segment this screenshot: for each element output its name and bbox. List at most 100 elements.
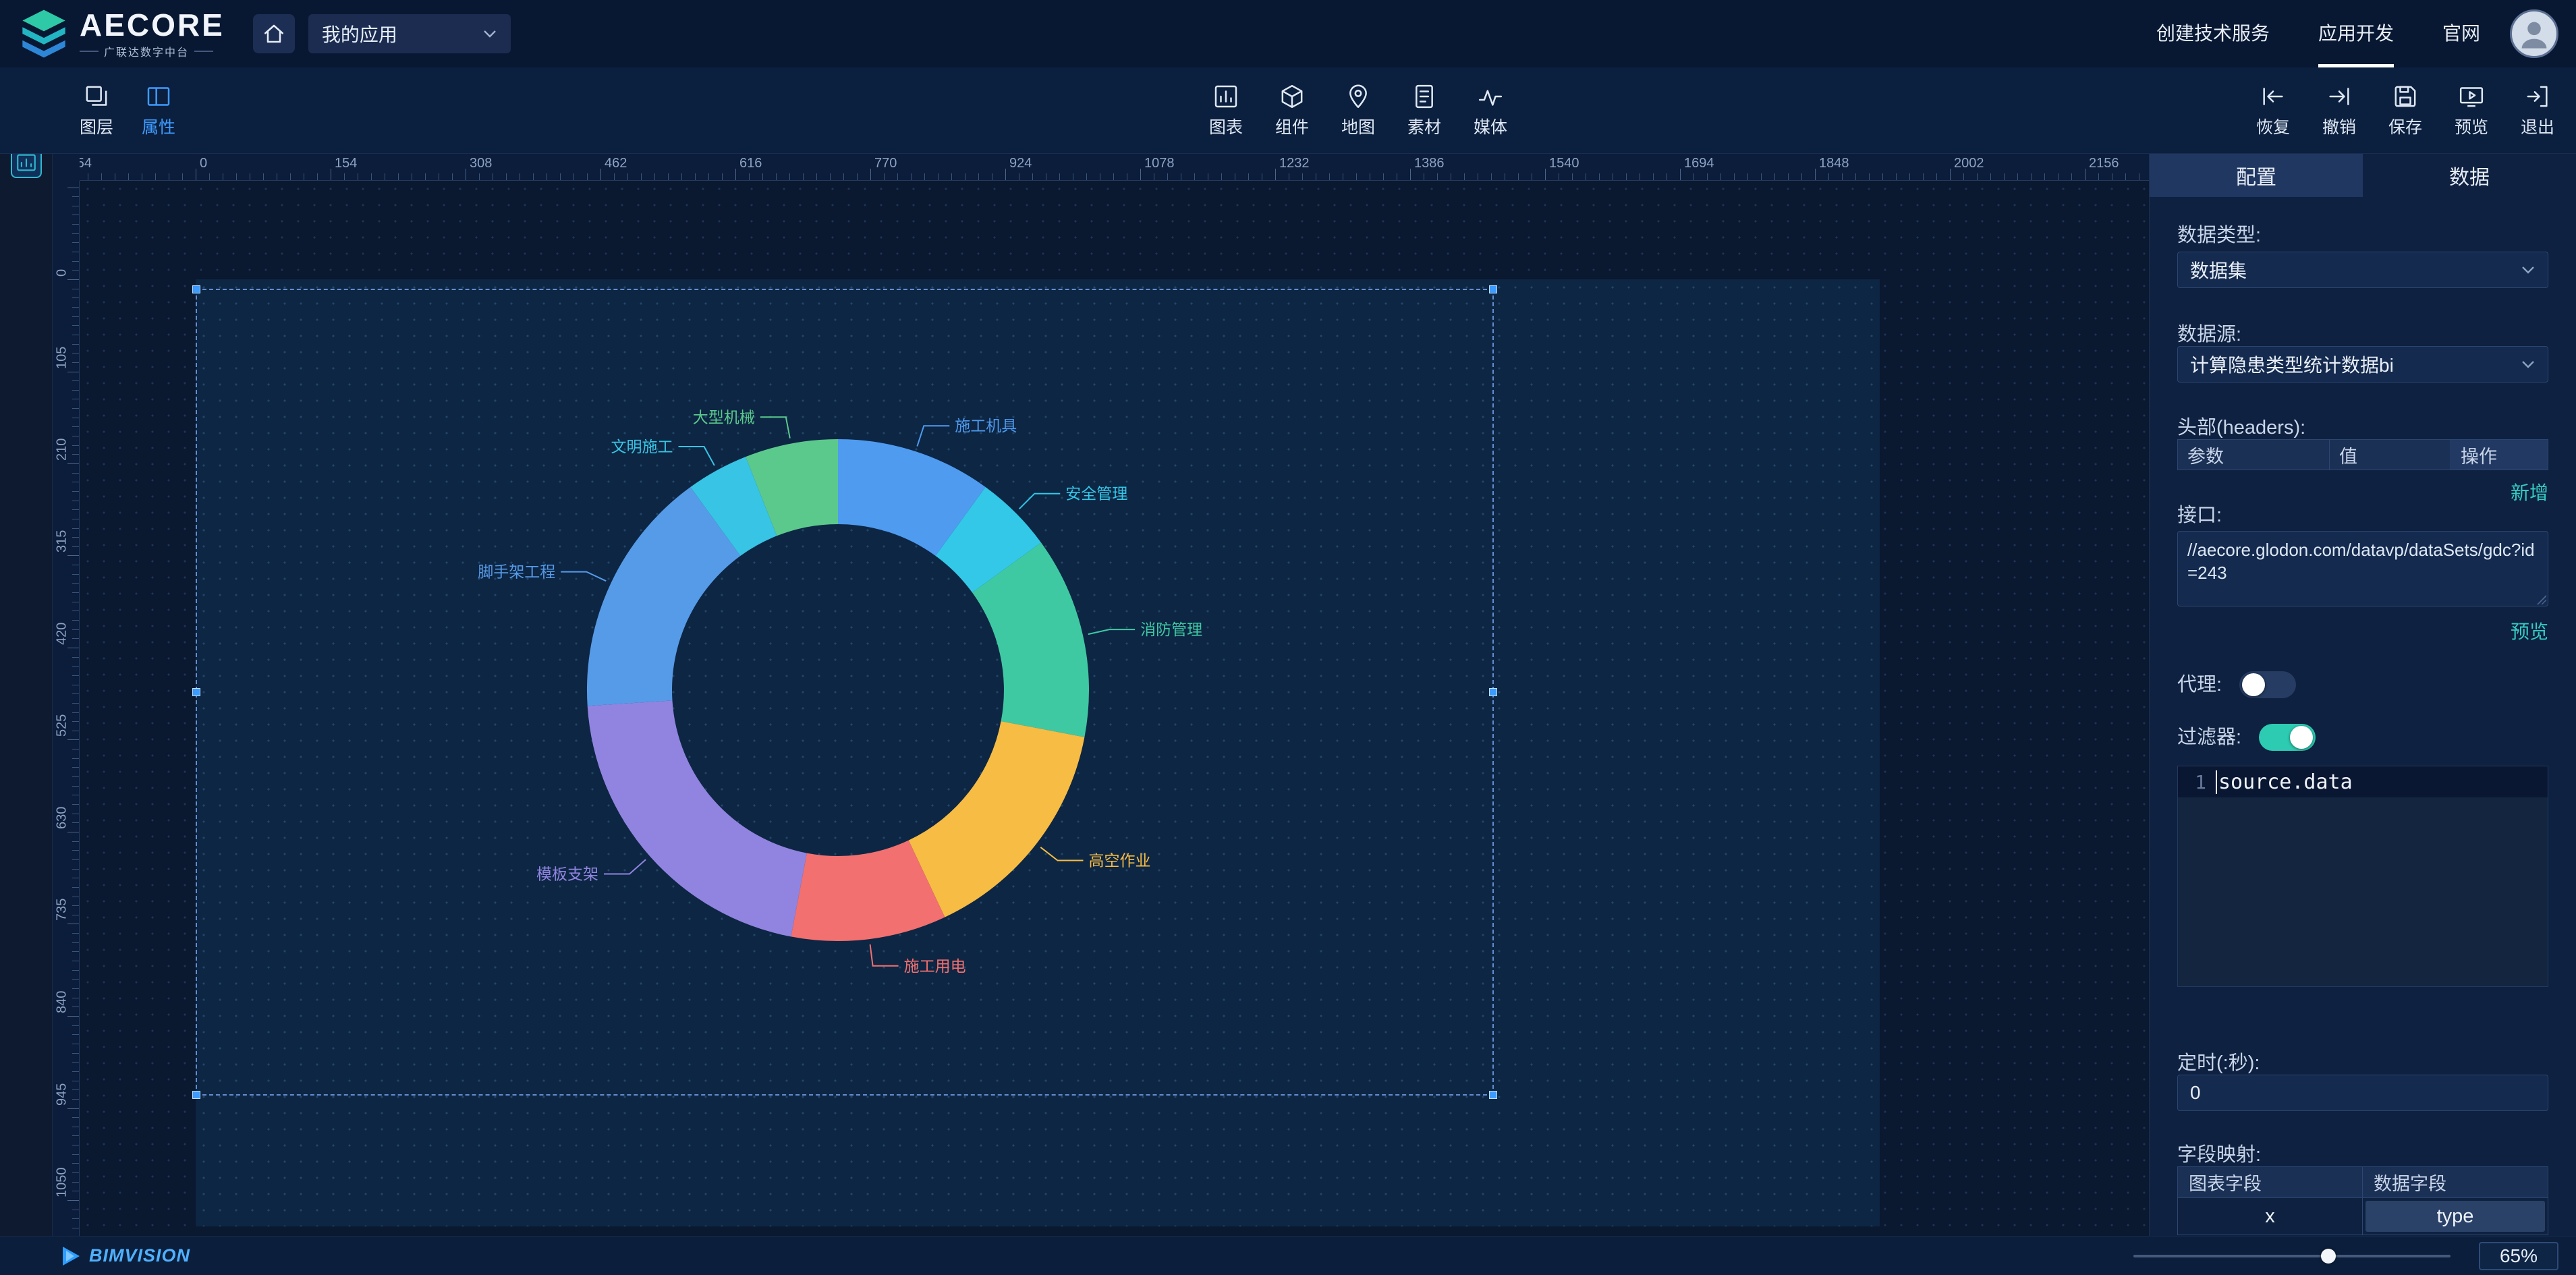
mapping-col-data-field: 数据字段 <box>2363 1167 2548 1198</box>
home-icon <box>262 22 286 46</box>
charts-button[interactable]: 图表 <box>1200 67 1252 154</box>
preview-label: 预览 <box>2455 114 2488 138</box>
vertical-ruler: 01052103154205256307358409451050 <box>53 181 80 1236</box>
data-source-value: 计算隐患类型统计数据bi <box>2190 351 2394 378</box>
properties-button[interactable]: 属性 <box>132 67 185 154</box>
resize-grip-icon[interactable] <box>2537 595 2546 604</box>
logo: AECORE 广联达数字中台 <box>18 7 225 60</box>
undo-button[interactable]: 撤销 <box>2313 67 2365 154</box>
resize-handle-mid-left[interactable] <box>192 688 200 696</box>
field-mapping-label: 字段映射: <box>2177 1143 2548 1166</box>
code-text: source.data <box>2216 770 2353 794</box>
resize-handle-mid-right[interactable] <box>1489 688 1497 696</box>
data-type-select[interactable]: 数据集 <box>2177 252 2548 288</box>
bar-chart-icon <box>1212 83 1239 110</box>
restore-button[interactable]: 恢复 <box>2247 67 2299 154</box>
zoom-slider-knob[interactable] <box>2321 1249 2336 1264</box>
toggle-knob <box>2290 726 2313 749</box>
undo-icon <box>2326 83 2353 110</box>
exit-label: 退出 <box>2521 114 2554 138</box>
exit-button[interactable]: 退出 <box>2511 67 2564 154</box>
filter-code-editor[interactable]: 1 source.data <box>2177 766 2548 987</box>
exit-icon <box>2524 83 2551 110</box>
media-button[interactable]: 媒体 <box>1464 67 1517 154</box>
left-sidebar <box>0 67 53 1236</box>
zoom-level-indicator: 65% <box>2479 1242 2558 1270</box>
app-select-value: 我的应用 <box>322 20 397 47</box>
restore-icon <box>2260 83 2287 110</box>
data-type-value: 数据集 <box>2190 256 2247 283</box>
toggle-knob <box>2242 673 2265 696</box>
headers-col-param: 参数 <box>2178 440 2330 470</box>
resize-handle-top-left[interactable] <box>192 285 200 293</box>
save-button[interactable]: 保存 <box>2379 67 2432 154</box>
timer-input[interactable]: 0 <box>2177 1075 2548 1111</box>
mapping-col-chart-field: 图表字段 <box>2178 1167 2363 1198</box>
filter-toggle[interactable] <box>2259 724 2316 751</box>
user-avatar[interactable] <box>2510 9 2558 58</box>
home-button[interactable] <box>253 14 295 53</box>
map-pin-icon <box>1345 83 1372 110</box>
components-label: 组件 <box>1275 114 1309 138</box>
logo-subtitle: 广联达数字中台 <box>104 43 189 59</box>
materials-button[interactable]: 素材 <box>1398 67 1451 154</box>
settings-panel: 配置 数据 数据类型: 数据集 数据源: 计算隐患类型统计数据bi 头部(hea… <box>2149 154 2576 1236</box>
api-url-textarea[interactable]: //aecore.glodon.com/datavp/dataSets/gdc?… <box>2177 531 2548 606</box>
components-button[interactable]: 组件 <box>1266 67 1318 154</box>
logo-title: AECORE <box>80 8 225 42</box>
undo-label: 撤销 <box>2322 114 2356 138</box>
properties-icon <box>145 83 172 110</box>
timer-label: 定时(:秒): <box>2177 1052 2548 1075</box>
api-url-value: //aecore.glodon.com/datavp/dataSets/gdc?… <box>2187 540 2535 583</box>
layers-button[interactable]: 图层 <box>70 67 123 154</box>
headers-table: 参数 值 操作 <box>2177 439 2548 470</box>
resize-handle-bottom-right[interactable] <box>1489 1091 1497 1099</box>
screen-chart-icon <box>15 151 38 174</box>
data-source-select[interactable]: 计算隐患类型统计数据bi <box>2177 346 2548 382</box>
headers-col-action: 操作 <box>2451 440 2548 470</box>
selection-box[interactable] <box>196 289 1494 1096</box>
editor-canvas[interactable]: 施工机具安全管理消防管理高空作业施工用电模板支架脚手架工程文明施工大型机械 <box>80 181 2149 1236</box>
app-select-dropdown[interactable]: 我的应用 <box>308 14 511 53</box>
map-button[interactable]: 地图 <box>1332 67 1384 154</box>
map-label: 地图 <box>1341 114 1375 138</box>
proxy-toggle[interactable] <box>2239 671 2296 698</box>
save-icon <box>2392 83 2419 110</box>
filter-label: 过滤器: <box>2177 726 2241 749</box>
resize-handle-top-right[interactable] <box>1489 285 1497 293</box>
zoom-slider[interactable] <box>2133 1255 2451 1257</box>
preview-icon <box>2458 83 2485 110</box>
topbar: AECORE 广联达数字中台 我的应用 创建技术服务 应用开发 官网 <box>0 0 2576 67</box>
field-mapping-table: 图表字段 数据字段 x type <box>2177 1166 2548 1235</box>
panel-tabs: 配置 数据 <box>2150 154 2576 197</box>
topbar-menu: 创建技术服务 应用开发 官网 <box>2156 0 2480 67</box>
tab-config[interactable]: 配置 <box>2150 154 2363 197</box>
chevron-down-icon <box>2521 359 2536 370</box>
chevron-down-icon <box>2521 264 2536 275</box>
tab-data[interactable]: 数据 <box>2363 154 2576 197</box>
horizontal-ruler: -154015430846261677092410781232138615401… <box>53 154 2149 181</box>
add-header-link[interactable]: 新增 <box>2511 478 2548 499</box>
person-icon <box>2517 16 2552 51</box>
charts-label: 图表 <box>1209 114 1243 138</box>
editor-toolbar: 图层 属性 图表 组件 地图 <box>0 67 2576 154</box>
save-label: 保存 <box>2388 114 2422 138</box>
preview-data-link[interactable]: 预览 <box>2511 617 2548 638</box>
mapping-cell-data-field[interactable]: type <box>2363 1198 2548 1235</box>
logo-divider-right <box>194 51 213 52</box>
menu-app-development[interactable]: 应用开发 <box>2318 0 2394 67</box>
headers-label: 头部(headers): <box>2177 416 2548 439</box>
cube-icon <box>1279 83 1306 110</box>
bimvision-brand: BIMVISION <box>59 1245 190 1268</box>
mapping-field-input[interactable]: type <box>2365 1201 2545 1232</box>
preview-button[interactable]: 预览 <box>2445 67 2498 154</box>
resize-handle-bottom-left[interactable] <box>192 1091 200 1099</box>
media-label: 媒体 <box>1474 114 1507 138</box>
line-number: 1 <box>2178 771 2216 793</box>
code-line[interactable]: 1 source.data <box>2178 766 2548 797</box>
menu-create-tech-service[interactable]: 创建技术服务 <box>2156 0 2270 67</box>
data-source-label: 数据源: <box>2177 323 2548 346</box>
workspace: -154015430846261677092410781232138615401… <box>53 154 2149 1236</box>
menu-official-site[interactable]: 官网 <box>2442 0 2480 67</box>
materials-label: 素材 <box>1407 114 1441 138</box>
